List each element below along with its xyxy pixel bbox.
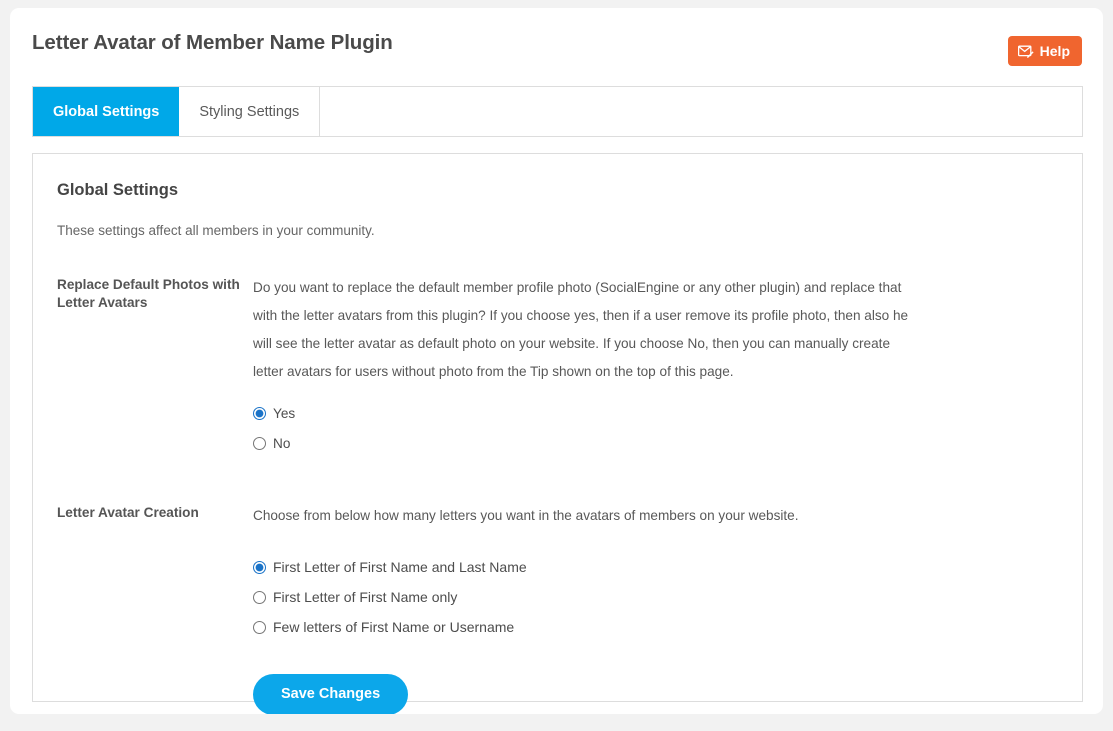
envelope-pencil-icon [1017,45,1034,58]
setting-row-letter-avatar-creation: Letter Avatar Creation Choose from below… [57,502,1058,714]
radio-option-yes[interactable]: Yes [253,398,1058,428]
setting-label-replace-default-photos: Replace Default Photos with Letter Avata… [57,277,240,310]
radio-label-few-letters: Few letters of First Name or Username [273,619,515,635]
radio-input-yes[interactable] [253,406,266,420]
radio-option-first-and-last[interactable]: First Letter of First Name and Last Name [253,552,1058,582]
page-header: Letter Avatar of Member Name Plugin Help [10,8,1103,76]
radio-group-letter-avatar-creation: First Letter of First Name and Last Name… [253,552,1058,642]
setting-description-letter-avatar-creation: Choose from below how many letters you w… [253,508,799,523]
radio-label-yes: Yes [273,405,296,421]
setting-body-letter-avatar-creation: Choose from below how many letters you w… [253,502,1058,714]
help-button[interactable]: Help [1007,36,1082,66]
radio-input-first-only[interactable] [253,590,266,604]
settings-panel: Global Settings These settings affect al… [32,153,1083,714]
tab-styling-settings-label: Styling Settings [199,103,300,120]
radio-input-first-and-last[interactable] [253,560,266,574]
radio-option-few-letters[interactable]: Few letters of First Name or Username [253,612,1058,642]
setting-row-replace-default-photos: Replace Default Photos with Letter Avata… [57,274,1058,458]
tab-bar-filler [320,87,1082,136]
radio-input-few-letters[interactable] [253,620,266,634]
page-title: Letter Avatar of Member Name Plugin [32,31,393,54]
save-changes-button[interactable]: Save Changes [253,674,409,714]
radio-group-replace-default-photos: Yes No [253,398,1058,458]
setting-label-letter-avatar-creation: Letter Avatar Creation [57,505,199,520]
tab-styling-settings[interactable]: Styling Settings [179,87,321,136]
save-button-wrap: Save Changes [253,674,1058,714]
radio-option-first-only[interactable]: First Letter of First Name only [253,582,1058,612]
panel-title: Global Settings [57,181,179,199]
setting-description-replace-default-photos: Do you want to replace the default membe… [253,280,909,379]
radio-label-first-only: First Letter of First Name only [273,589,458,605]
help-button-label: Help [1039,43,1070,59]
tab-global-settings[interactable]: Global Settings [33,87,180,136]
radio-option-no[interactable]: No [253,428,1058,458]
page-card: Letter Avatar of Member Name Plugin Help… [10,8,1103,714]
setting-body-replace-default-photos: Do you want to replace the default membe… [253,274,1058,458]
tab-global-settings-label: Global Settings [53,103,160,120]
radio-label-no: No [273,435,291,451]
radio-label-first-and-last: First Letter of First Name and Last Name [273,559,527,575]
radio-input-no[interactable] [253,436,266,450]
tab-bar: Global Settings Styling Settings [32,86,1083,137]
panel-subtitle: These settings affect all members in you… [57,223,375,238]
